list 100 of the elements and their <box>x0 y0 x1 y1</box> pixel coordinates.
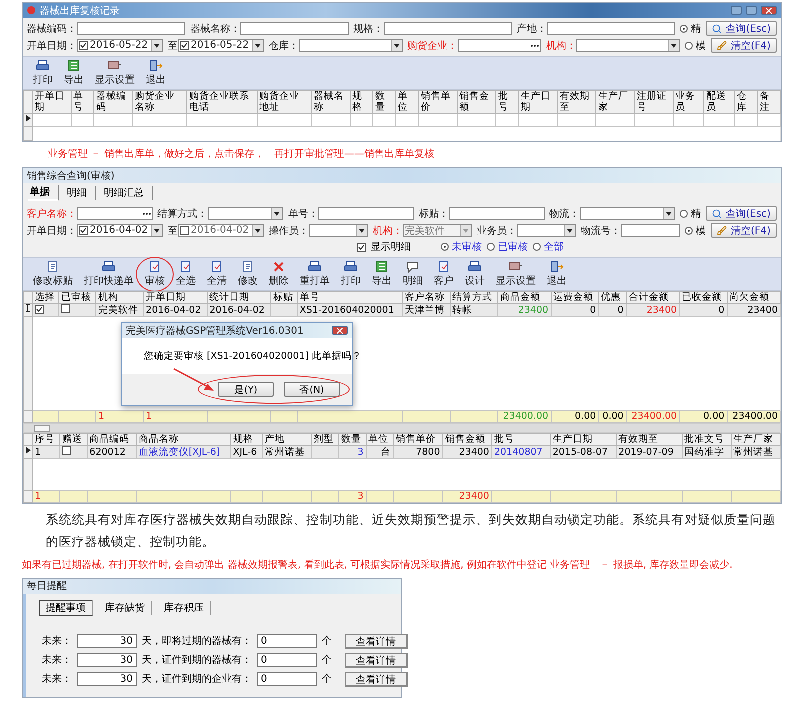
checkbox[interactable] <box>79 226 88 235</box>
column-header[interactable]: 商品编码 <box>87 434 136 446</box>
column-header[interactable]: 仓库 <box>734 90 758 114</box>
column-header[interactable]: 批准文号 <box>682 434 732 446</box>
lookup-field[interactable] <box>77 207 153 220</box>
toolbar-button[interactable]: 打印 <box>29 60 57 87</box>
toolbar-button[interactable]: 导出 <box>60 60 88 87</box>
toolbar-button[interactable]: 删除 <box>265 261 293 288</box>
column-header[interactable]: 结算方式 <box>450 292 498 304</box>
column-header[interactable]: 运费金额 <box>551 292 599 304</box>
toolbar-button[interactable]: 审核 <box>141 261 169 288</box>
days-field[interactable]: 30 <box>77 672 137 686</box>
toolbar-button[interactable]: 明细 <box>399 261 427 288</box>
column-header[interactable]: 生产厂家 <box>596 90 634 114</box>
column-header[interactable]: 购货企业名称 <box>132 90 187 114</box>
column-header[interactable]: 规格 <box>230 434 262 446</box>
count-field[interactable]: 0 <box>257 672 317 686</box>
date-field[interactable]: 2016-04-02 <box>178 224 264 237</box>
dropdown-field[interactable] <box>517 224 576 237</box>
column-header[interactable]: 批号 <box>492 434 550 446</box>
column-header[interactable]: 已收金额 <box>680 292 728 304</box>
minimize-button[interactable] <box>731 6 742 15</box>
column-header[interactable]: 购货企业地址 <box>257 90 312 114</box>
date-field[interactable]: 2016-05-22 <box>178 39 264 52</box>
column-header[interactable]: 生产日期 <box>518 90 558 114</box>
close-button[interactable] <box>332 326 348 335</box>
tab[interactable]: 库存积压 <box>158 600 211 615</box>
radio-option[interactable]: 模 <box>685 224 706 238</box>
column-header[interactable]: 尚欠金额 <box>727 292 780 304</box>
date-field[interactable]: 2016-05-22 <box>77 39 163 52</box>
dropdown-field[interactable] <box>299 39 403 52</box>
radio-option[interactable]: 精 <box>680 206 702 220</box>
dialog-button[interactable]: 否(N) <box>284 382 340 397</box>
tab[interactable]: 单据 <box>28 185 59 201</box>
search-button[interactable]: 查询(Esc) <box>706 206 777 221</box>
radio-option[interactable]: 精 <box>680 22 702 36</box>
column-header[interactable]: 商品金额 <box>498 292 552 304</box>
column-header[interactable]: 有效期至 <box>616 434 682 446</box>
column-header[interactable]: 标贴 <box>270 292 298 304</box>
toolbar-button[interactable]: 修改 <box>234 261 262 288</box>
column-header[interactable]: 生产日期 <box>550 434 616 446</box>
column-header[interactable]: 注册证号 <box>634 90 674 114</box>
tab[interactable]: 明细 <box>65 186 96 200</box>
toolbar-button[interactable]: 全清 <box>203 261 231 288</box>
clear-button[interactable]: 清空(F4) <box>711 38 778 53</box>
column-header[interactable]: 已审核 <box>58 292 96 304</box>
column-header[interactable]: 选择 <box>32 292 59 304</box>
text-field[interactable] <box>77 22 186 35</box>
dropdown-field[interactable] <box>208 207 284 220</box>
column-header[interactable]: 业务员 <box>673 90 704 114</box>
text-field[interactable] <box>448 207 544 220</box>
toolbar-button[interactable]: 修改标贴 <box>29 261 77 288</box>
toolbar-button[interactable]: 打印 <box>337 261 365 288</box>
radio-option[interactable]: 未审核 <box>441 240 482 254</box>
search-button[interactable]: 查询(Esc) <box>706 21 778 36</box>
column-header[interactable]: 单号 <box>297 292 403 304</box>
days-field[interactable]: 30 <box>77 653 137 668</box>
toolbar-button[interactable]: 退出 <box>142 60 170 87</box>
column-header[interactable]: 批号 <box>496 90 519 114</box>
column-header[interactable]: 机构 <box>96 292 144 304</box>
column-header[interactable]: 购货企业联系电话 <box>186 90 258 114</box>
column-header[interactable]: 统计日期 <box>207 292 271 304</box>
details-button[interactable]: 查看详情 <box>345 652 408 668</box>
toolbar-button[interactable]: 设计 <box>461 261 489 288</box>
toolbar-button[interactable]: 打印快递单 <box>80 261 138 288</box>
checkbox[interactable] <box>180 41 189 50</box>
lookup-field[interactable] <box>458 39 542 52</box>
column-header[interactable]: 器械编码 <box>94 90 133 114</box>
column-header[interactable]: 数量 <box>338 434 366 446</box>
dropdown-field[interactable] <box>309 224 368 237</box>
column-header[interactable]: 赠送 <box>60 434 88 446</box>
count-field[interactable]: 0 <box>257 653 317 668</box>
text-field[interactable] <box>546 22 676 35</box>
text-field[interactable] <box>621 224 680 237</box>
radio-option[interactable]: 模 <box>685 38 706 52</box>
tab[interactable]: 提醒事项 <box>39 600 93 616</box>
tab[interactable]: 明细汇总 <box>102 186 153 200</box>
checkbox[interactable] <box>61 304 70 313</box>
column-header[interactable]: 客户名称 <box>402 292 450 304</box>
column-header[interactable]: 开单日期 <box>144 292 208 304</box>
close-button[interactable] <box>761 6 777 15</box>
details-button[interactable]: 查看详情 <box>345 672 408 687</box>
column-header[interactable]: 销售金额 <box>457 90 496 114</box>
column-header[interactable]: 规格 <box>350 90 373 114</box>
radio-option[interactable]: 已审核 <box>487 240 528 254</box>
checkbox[interactable] <box>62 446 72 455</box>
text-field[interactable] <box>240 22 349 35</box>
count-field[interactable]: 0 <box>257 634 317 648</box>
toolbar-button[interactable]: 显示设置 <box>492 261 540 288</box>
checkbox[interactable] <box>35 304 44 314</box>
column-header[interactable]: 备注 <box>757 90 780 114</box>
dropdown-field[interactable] <box>576 39 680 52</box>
column-header[interactable]: 产地 <box>262 434 312 446</box>
days-field[interactable]: 30 <box>77 634 137 648</box>
radio-option[interactable]: 全部 <box>533 240 564 254</box>
toolbar-button[interactable]: 显示设置 <box>91 60 139 87</box>
checkbox[interactable] <box>79 41 88 50</box>
checkbox-option[interactable]: 显示明细 <box>357 240 411 254</box>
column-header[interactable]: 销售单价 <box>418 90 458 114</box>
column-header[interactable]: 单位 <box>396 90 419 114</box>
